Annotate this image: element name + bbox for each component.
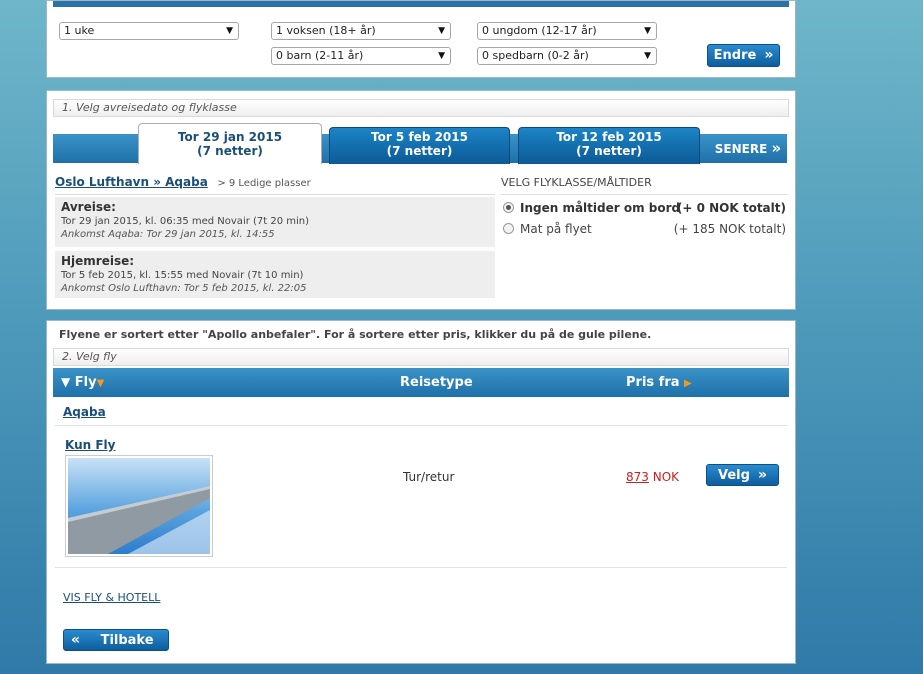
outbound-arrival: Ankomst Aqaba: Tor 29 jan 2015, kl. 14:5… (61, 229, 275, 240)
plane-wing-image (65, 455, 213, 557)
flight-list-panel: Flyene er sortert etter "Apollo anbefale… (46, 320, 796, 664)
destination-link[interactable]: Aqaba (63, 405, 106, 419)
trip-type: Tur/retur (403, 470, 455, 484)
outbound-leg: Avreise: Tor 29 jan 2015, kl. 06:35 med … (55, 197, 495, 247)
children-select[interactable]: 0 barn (2-11 år) ▼ (271, 47, 451, 65)
children-value: 0 barn (2-11 år) (276, 49, 364, 62)
radio-icon[interactable] (503, 202, 514, 213)
chevron-down-icon: ▼ (438, 26, 445, 36)
class-heading: VELG FLYKLASSE/MÅLTIDER (501, 176, 652, 189)
top-bar (53, 1, 789, 7)
return-leg: Hjemreise: Tor 5 feb 2015, kl. 15:55 med… (55, 251, 495, 298)
tab-nights-label: (7 netter) (576, 144, 642, 158)
route-link[interactable]: Oslo Lufthavn » Aqaba (55, 175, 208, 189)
tab-date-3[interactable]: Tor 12 feb 2015 (7 netter) (518, 127, 700, 164)
chevron-down-icon: ▼ (644, 51, 651, 61)
return-arrival: Ankomst Oslo Lufthavn: Tor 5 feb 2015, k… (61, 283, 307, 294)
divider (55, 567, 787, 568)
chevron-down-icon: ▼ (226, 26, 233, 36)
chevron-right-icon: » (771, 139, 782, 157)
sort-price-column[interactable]: Pris fra ▶ (626, 368, 692, 398)
option-meal[interactable]: Mat på flyet (+ 185 NOK totalt) (503, 222, 786, 240)
back-button[interactable]: « Tilbake (63, 629, 169, 651)
divider (501, 194, 787, 195)
tab-date-label: Tor 5 feb 2015 (371, 130, 468, 144)
outbound-title: Avreise: (61, 200, 116, 214)
sort-fly-column[interactable]: ▼ Fly▼ (61, 368, 104, 398)
available-seats: > 9 Ledige plasser (217, 178, 311, 189)
tab-date-label: Tor 29 jan 2015 (177, 130, 283, 144)
sort-note: Flyene er sortert etter "Apollo anbefale… (59, 328, 652, 341)
youth-select[interactable]: 0 ungdom (12-17 år) ▼ (477, 22, 657, 40)
option-label: Mat på flyet (520, 222, 592, 236)
youth-value: 0 ungdom (12-17 år) (482, 24, 597, 37)
chevron-right-icon: » (764, 47, 774, 63)
route-row: Oslo Lufthavn » Aqaba > 9 Ledige plasser (55, 175, 495, 195)
tab-nights-label: (7 netter) (197, 144, 263, 158)
chevron-down-icon: ▼ (438, 51, 445, 61)
column-fly-label: Fly (74, 375, 97, 390)
return-detail: Tor 5 feb 2015, kl. 15:55 med Novair (7t… (61, 270, 304, 281)
infants-value: 0 spedbarn (0-2 år) (482, 49, 589, 62)
search-filter-panel: 1 uke ▼ 1 voksen (18+ år) ▼ 0 ungdom (12… (46, 0, 796, 78)
chevron-left-icon: « (71, 632, 81, 648)
later-label: SENERE (714, 142, 768, 156)
back-button-label: Tilbake (100, 633, 154, 648)
infants-select[interactable]: 0 spedbarn (0-2 år) ▼ (477, 47, 657, 65)
sort-arrow-icon[interactable]: ▼ (97, 378, 105, 389)
flight-hotel-link[interactable]: VIS FLY & HOTELL (63, 591, 160, 604)
select-flight-button[interactable]: Velg » (706, 464, 779, 486)
currency-label: NOK (652, 470, 680, 484)
radio-icon[interactable] (503, 223, 514, 234)
option-label: Ingen måltider om bord (520, 201, 681, 215)
outbound-detail: Tor 29 jan 2015, kl. 06:35 med Novair (7… (61, 216, 310, 227)
step1-header: 1. Velg avreisedato og flyklasse (53, 99, 789, 117)
duration-value: 1 uke (64, 24, 95, 37)
option-no-meal[interactable]: Ingen måltider om bord (+ 0 NOK totalt) (503, 201, 786, 219)
option-price: (+ 0 NOK totalt) (676, 201, 786, 215)
tab-date-label: Tor 12 feb 2015 (556, 130, 662, 144)
step2-header: 2. Velg fly (53, 348, 789, 366)
triangle-down-icon: ▼ (61, 375, 71, 389)
change-button[interactable]: Endre » (707, 44, 780, 67)
select-button-label: Velg (718, 468, 750, 483)
chevron-right-icon: » (757, 467, 767, 483)
sort-arrow-icon[interactable]: ▶ (684, 378, 692, 389)
later-dates-button[interactable]: SENERE » (709, 134, 787, 163)
tab-date-2[interactable]: Tor 5 feb 2015 (7 netter) (329, 127, 510, 164)
option-price: (+ 185 NOK totalt) (673, 222, 786, 236)
chevron-down-icon: ▼ (644, 26, 651, 36)
change-button-label: Endre (713, 48, 757, 63)
tab-nights-label: (7 netter) (386, 144, 453, 158)
tab-date-1[interactable]: Tor 29 jan 2015 (7 netter) (138, 123, 322, 164)
return-title: Hjemreise: (61, 254, 135, 268)
wing-graphic (68, 486, 210, 554)
price-link[interactable]: 873 (626, 470, 649, 484)
product-link[interactable]: Kun Fly (65, 438, 115, 452)
column-price-label: Pris fra (626, 375, 680, 390)
adults-select[interactable]: 1 voksen (18+ år) ▼ (271, 22, 451, 40)
divider (55, 425, 787, 426)
list-header: ▼ Fly▼ Reisetype Pris fra ▶ (53, 368, 789, 397)
duration-select[interactable]: 1 uke ▼ (59, 22, 239, 40)
price-display: 873 NOK (626, 470, 679, 484)
column-type-label: Reisetype (400, 375, 473, 390)
date-class-panel: 1. Velg avreisedato og flyklasse Tor 29 … (46, 90, 796, 310)
adults-value: 1 voksen (18+ år) (276, 24, 376, 37)
